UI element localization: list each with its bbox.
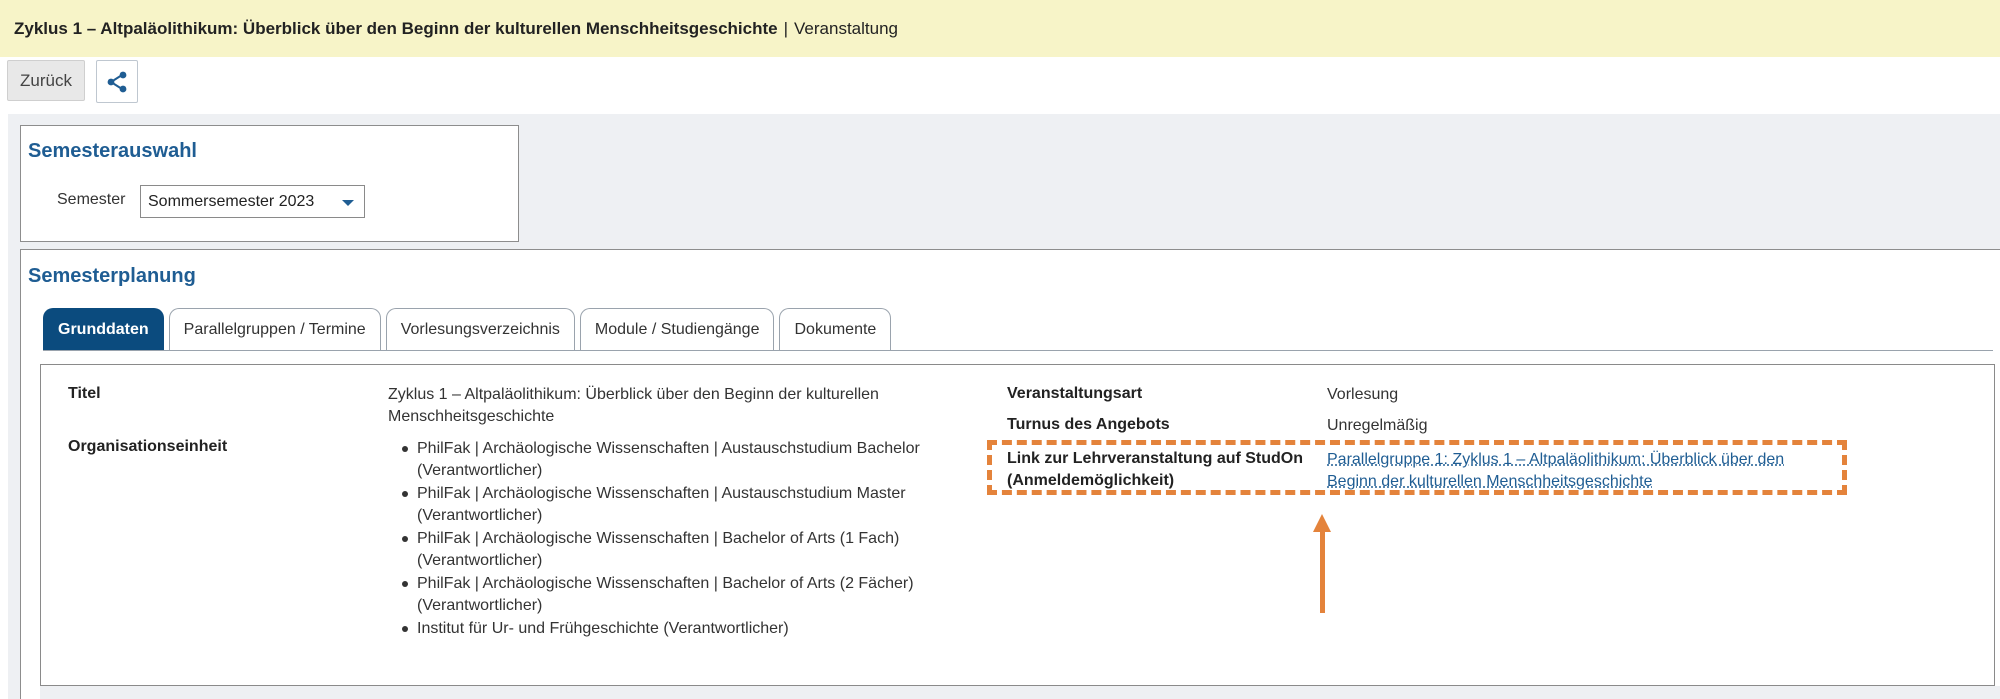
tab-bar: Grunddaten Parallelgruppen / Termine Vor… xyxy=(43,308,892,350)
semester-select-value: Sommersemester 2023 xyxy=(148,192,315,210)
turnus-label: Turnus des Angebots xyxy=(1007,416,1170,433)
semester-select[interactable]: Sommersemester 2023 xyxy=(140,185,365,218)
semester-selection-heading: Semesterauswahl xyxy=(28,140,197,162)
turnus-value: Unregelmäßig xyxy=(1327,417,1428,434)
organisation-list: PhilFak | Archäologische Wissenschaften … xyxy=(395,438,955,641)
titel-value: Zyklus 1 – Altpaläolithikum: Überblick ü… xyxy=(388,386,879,425)
page-type: Veranstaltung xyxy=(794,18,898,38)
share-icon xyxy=(107,71,127,92)
list-item: Institut für Ur- und Frühgeschichte (Ver… xyxy=(395,618,955,640)
list-item: PhilFak | Archäologische Wissenschaften … xyxy=(395,483,955,527)
tab-dokumente[interactable]: Dokumente xyxy=(779,308,892,350)
tab-vorlesungsverzeichnis[interactable]: Vorlesungsverzeichnis xyxy=(385,308,575,350)
tab-parallelgruppen[interactable]: Parallelgruppen / Termine xyxy=(168,308,381,350)
semester-planning-heading: Semesterplanung xyxy=(28,265,196,287)
page-title: Zyklus 1 – Altpaläolithikum: Überblick ü… xyxy=(14,18,778,38)
veranstaltungsart-value: Vorlesung xyxy=(1327,386,1399,403)
arrow-shaft xyxy=(1320,530,1325,613)
veranstaltungsart-label: Veranstaltungsart xyxy=(1007,385,1143,402)
share-button[interactable] xyxy=(96,60,138,103)
organisation-label: Organisationseinheit xyxy=(68,438,228,455)
list-item: PhilFak | Archäologische Wissenschaften … xyxy=(395,438,955,482)
panel-bottom-strip xyxy=(40,686,2000,699)
chevron-down-icon xyxy=(342,200,354,206)
grunddaten-panel xyxy=(40,364,1995,686)
tab-module[interactable]: Module / Studiengänge xyxy=(579,308,775,350)
title-bar: Zyklus 1 – Altpaläolithikum: Überblick ü… xyxy=(0,0,2000,57)
list-item: PhilFak | Archäologische Wissenschaften … xyxy=(395,528,955,572)
title-separator: | xyxy=(783,18,789,38)
tab-divider xyxy=(43,350,1993,351)
list-item: PhilFak | Archäologische Wissenschaften … xyxy=(395,573,955,617)
titel-label: Titel xyxy=(68,385,101,402)
tab-grunddaten[interactable]: Grunddaten xyxy=(43,308,164,350)
semester-label: Semester xyxy=(57,191,126,208)
semester-selection-panel: Semesterauswahl Semester Sommersemester … xyxy=(20,125,519,242)
back-button[interactable]: Zurück xyxy=(7,60,85,101)
highlight-annotation xyxy=(987,440,1847,495)
